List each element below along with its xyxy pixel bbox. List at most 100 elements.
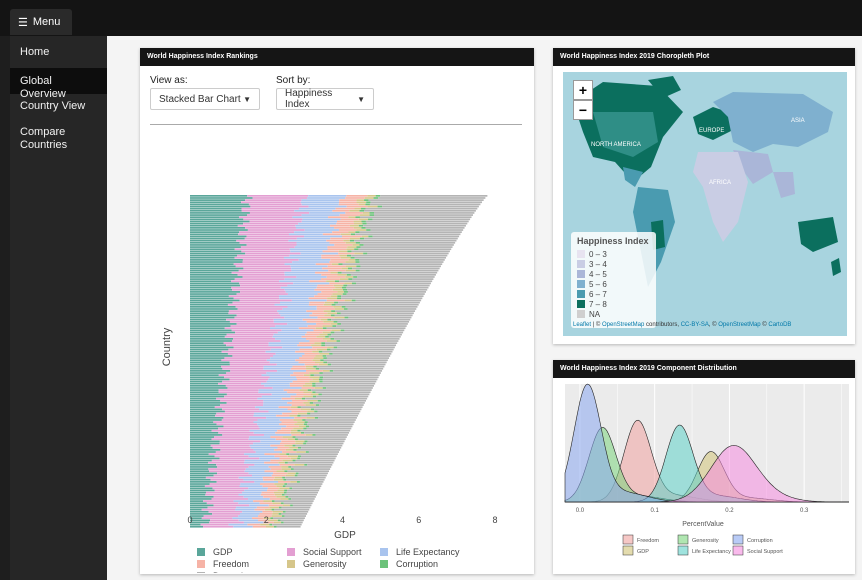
bar-segment <box>325 342 398 344</box>
bar-segment <box>243 521 264 524</box>
bar-segment <box>355 261 360 263</box>
legend-swatch <box>577 300 585 308</box>
bar-segment <box>190 237 245 240</box>
view-as-select[interactable]: Stacked Bar Chart ▼ <box>150 88 260 110</box>
leaflet-link[interactable]: Leaflet <box>573 322 591 328</box>
osm-link[interactable]: OpenStreetMap <box>602 322 644 328</box>
bar-segment <box>317 410 361 413</box>
bar-segment <box>297 474 327 477</box>
bar-segment <box>358 218 369 221</box>
bar-segment <box>208 468 246 470</box>
bar-segment <box>301 335 317 338</box>
bar-segment <box>216 423 258 426</box>
bar-segment <box>289 453 338 455</box>
bar-segment <box>372 235 460 238</box>
bar-segment <box>233 338 276 340</box>
bar-segment <box>352 267 440 270</box>
bar-segment <box>297 429 301 432</box>
sidebar-item-label: Compare Countries <box>20 126 68 151</box>
bar-segment <box>190 391 219 394</box>
bar-segment <box>275 431 291 434</box>
bar-segment <box>319 333 328 336</box>
bar-segment <box>338 201 357 204</box>
zoom-in-button[interactable]: + <box>573 80 593 100</box>
legend-swatch <box>197 548 205 556</box>
bar-segment <box>233 346 283 349</box>
bar-segment <box>359 216 472 219</box>
bar-segment <box>332 352 392 355</box>
bar-segment <box>254 481 279 483</box>
bar-segment <box>190 478 211 481</box>
bar-segment <box>278 406 291 409</box>
bar-segment <box>229 378 269 381</box>
bar-segment <box>234 278 285 280</box>
zoom-out-button[interactable]: − <box>573 100 593 120</box>
bar-segment <box>190 254 237 257</box>
bar-segment <box>339 254 347 257</box>
bar-segment <box>226 372 267 374</box>
bar-segment <box>223 417 267 419</box>
bar-segment <box>248 455 275 458</box>
bar-segment <box>238 502 260 505</box>
bar-segment <box>306 331 323 334</box>
sidebar-item-global-overview[interactable]: Global Overview <box>10 68 107 100</box>
bar-segment <box>246 244 297 246</box>
bar-segment <box>190 449 221 451</box>
bar-segment <box>318 417 357 419</box>
bar-segment <box>292 487 321 490</box>
bar-segment <box>290 265 328 268</box>
bar-segment <box>308 195 347 197</box>
bar-segment <box>268 342 300 344</box>
bar-segment <box>190 231 240 233</box>
bar-segment <box>259 408 288 411</box>
bar-segment <box>303 374 311 377</box>
bar-segment <box>190 474 214 477</box>
bar-segment <box>322 233 341 236</box>
bar-segment <box>366 222 468 225</box>
chevron-down-icon: ▼ <box>243 94 251 104</box>
bar-segment <box>349 239 355 242</box>
bar-segment <box>324 344 397 347</box>
bar-segment <box>366 229 371 231</box>
bar-segment <box>321 344 325 347</box>
bar-segment <box>248 203 302 206</box>
bar-segment <box>298 207 336 210</box>
bar-segment <box>295 436 347 438</box>
legend-label: 0 – 3 <box>589 249 607 259</box>
bar-segment <box>279 453 287 455</box>
bar-segment <box>345 269 356 272</box>
carto-link[interactable]: CartoDB <box>768 322 791 328</box>
bar-segment <box>295 440 305 443</box>
bar-segment <box>285 449 294 451</box>
bar-segment <box>309 314 325 317</box>
bar-segment <box>309 376 320 379</box>
bar-segment <box>248 466 269 468</box>
bar-segment <box>303 402 310 404</box>
bar-segment <box>231 286 281 289</box>
bar-segment <box>220 449 254 451</box>
bar-segment <box>249 444 271 447</box>
bar-segment <box>332 293 343 295</box>
bar-segment <box>337 320 410 323</box>
choropleth-map[interactable]: NORTH AMERICA EUROPE ASIA AFRICA + − Hap… <box>563 72 847 336</box>
bar-segment <box>208 510 243 513</box>
bar-segment <box>287 489 320 492</box>
bar-segment <box>342 235 362 238</box>
bar-segment <box>330 271 338 274</box>
divider <box>150 124 522 125</box>
bar-segment <box>190 297 234 300</box>
sidebar-item-home[interactable]: Home <box>10 36 107 63</box>
cc-link[interactable]: CC-BY-SA <box>681 322 709 328</box>
sidebar-item-compare-countries[interactable]: Compare Countries <box>10 120 70 152</box>
bar-segment <box>346 265 357 268</box>
bar-segment <box>190 384 226 387</box>
bar-segment <box>356 265 361 268</box>
osm-link-2[interactable]: OpenStreetMap <box>718 322 760 328</box>
bar-segment <box>322 355 327 357</box>
menu-button[interactable]: ☰ Menu <box>10 9 72 35</box>
bar-segment <box>278 461 285 464</box>
bar-segment <box>233 500 254 502</box>
bar-segment <box>279 463 295 466</box>
bar-segment <box>252 197 308 199</box>
sort-by-select[interactable]: Happiness Index ▼ <box>276 88 374 110</box>
